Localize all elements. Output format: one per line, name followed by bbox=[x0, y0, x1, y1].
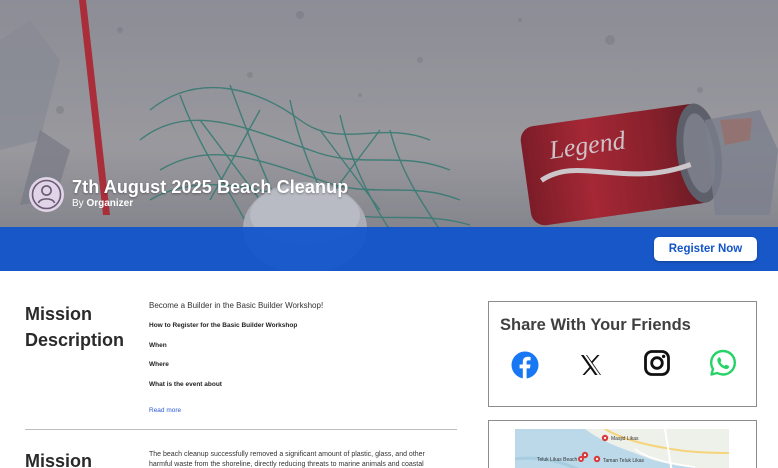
instagram-share-button[interactable] bbox=[642, 348, 672, 378]
instagram-icon bbox=[644, 350, 670, 376]
by-prefix: By bbox=[72, 198, 84, 209]
description-item: Where bbox=[149, 361, 169, 368]
event-organizer-line: By Organizer bbox=[72, 198, 133, 209]
mission-impact-heading: Mission bbox=[25, 448, 92, 468]
mission-impact-heading-line1: Mission bbox=[25, 451, 93, 468]
description-item: When bbox=[149, 341, 167, 349]
facebook-icon bbox=[511, 351, 539, 379]
x-icon bbox=[581, 355, 601, 375]
share-title: Share With Your Friends bbox=[500, 316, 691, 334]
share-card: Share With Your Friends bbox=[488, 301, 757, 407]
mission-description-heading-line2: Description bbox=[25, 330, 125, 350]
description-item: How to Register for the Basic Builder Wo… bbox=[149, 322, 298, 329]
section-divider bbox=[25, 429, 457, 430]
mission-description-heading-line1: Mission bbox=[25, 304, 93, 324]
whatsapp-share-button[interactable] bbox=[708, 348, 738, 378]
event-title: 7th August 2025 Beach Cleanup bbox=[72, 177, 349, 197]
organizer-name[interactable]: Organizer bbox=[86, 198, 133, 209]
organizer-avatar bbox=[29, 177, 64, 212]
event-hero: Legend 7th August 2025 Beach Cleanup By … bbox=[0, 0, 778, 271]
user-icon bbox=[31, 179, 62, 210]
facebook-share-button[interactable] bbox=[510, 350, 540, 380]
location-map-card: Masjid Likas Teluk Likas Beach Taman Tel… bbox=[488, 420, 757, 468]
mission-description-heading: Mission Description bbox=[25, 301, 124, 353]
x-share-button[interactable] bbox=[576, 350, 606, 380]
map-pin-icon bbox=[578, 434, 609, 463]
read-more-link[interactable]: Read more bbox=[149, 406, 181, 416]
register-now-button[interactable]: Register Now bbox=[654, 237, 757, 261]
mission-impact-text: The beach cleanup successfully removed a… bbox=[149, 451, 425, 468]
description-item: What is the event about bbox=[149, 380, 222, 388]
location-map[interactable]: Masjid Likas Teluk Likas Beach Taman Tel… bbox=[515, 429, 729, 468]
description-intro: Become a Builder in the Basic Builder Wo… bbox=[149, 301, 324, 310]
mission-description-content: Become a Builder in the Basic Builder Wo… bbox=[149, 300, 459, 417]
whatsapp-icon bbox=[710, 349, 736, 376]
